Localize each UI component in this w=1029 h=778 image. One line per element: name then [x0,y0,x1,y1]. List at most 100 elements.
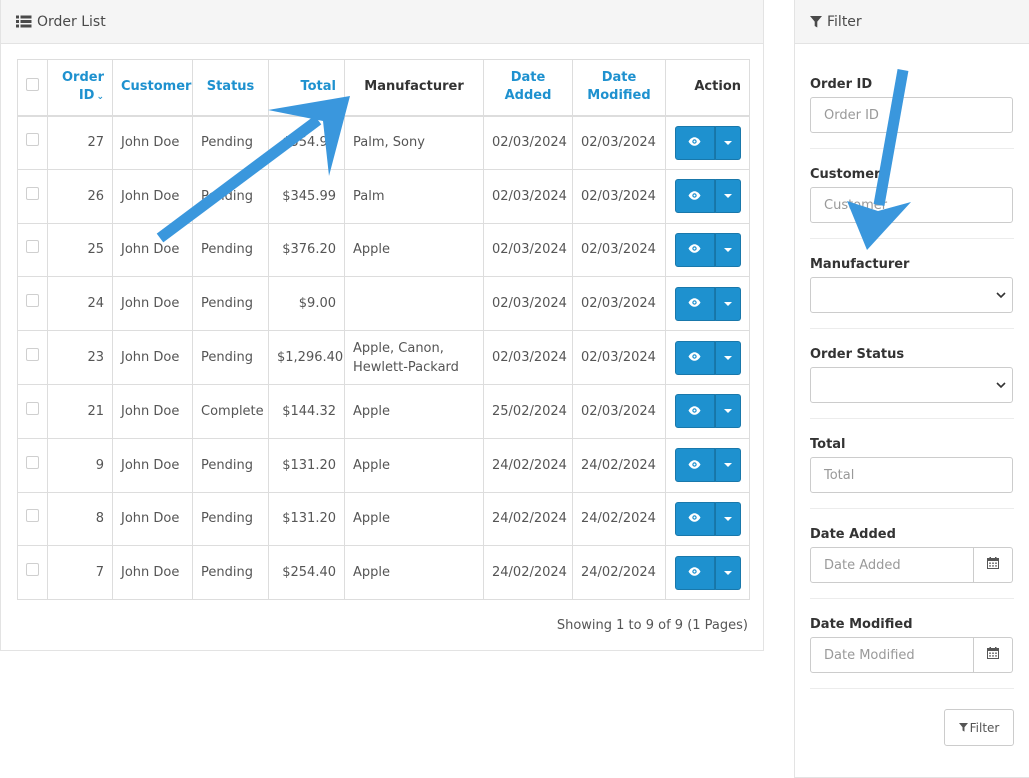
view-order-button[interactable] [674,501,715,536]
view-order-button[interactable] [674,340,715,375]
order-id-input[interactable]: Order ID [810,97,1013,133]
column-order-id[interactable]: Order ID ⌄ [47,59,113,117]
date-added-input[interactable]: Date Added [810,547,974,583]
row-checkbox[interactable] [26,294,39,308]
row-checkbox[interactable] [26,401,39,415]
filter-icon [810,15,822,28]
order-actions-dropdown-button[interactable] [714,448,741,483]
view-order-button[interactable] [674,179,715,214]
date-modified-cell: 24/02/2024 [572,437,666,493]
order-actions-dropdown-button[interactable] [714,501,741,536]
status-cell: Pending [192,330,269,385]
eye-icon [688,456,701,475]
select-all-cell [17,59,48,117]
column-action: Action [665,59,750,117]
date-modified-cell: 02/03/2024 [572,330,666,385]
action-cell [665,168,750,224]
column-total[interactable]: Total [268,59,345,117]
date-modified-cell: 02/03/2024 [572,168,666,224]
calendar-icon [987,647,999,663]
action-button-group [674,232,741,267]
date-added-cell: 24/02/2024 [483,545,573,601]
row-checkbox[interactable] [26,186,39,200]
filter-submit-button[interactable]: Filter [944,709,1014,746]
manufacturer-cell: Apple [344,545,484,601]
status-cell: Pending [192,491,269,547]
row-select-cell [17,330,48,385]
status-cell: Pending [192,168,269,224]
action-button-group [674,448,741,483]
manufacturer-cell: Apple [344,491,484,547]
date-modified-cell: 02/03/2024 [572,115,666,170]
row-checkbox[interactable] [26,455,39,469]
customer-cell: John Doe [112,115,193,170]
order-actions-dropdown-button[interactable] [714,394,741,429]
caret-down-icon [723,409,732,414]
view-order-button[interactable] [674,232,715,267]
order-id-cell: 24 [47,276,113,332]
view-order-button[interactable] [674,555,715,590]
action-button-group [674,179,741,214]
filter-date-added-group: Date Added Date Added [810,509,1014,599]
customer-cell: John Doe [112,168,193,224]
table-row: 9 John Doe Pending $131.20 Apple 24/02/2… [17,437,750,493]
caret-down-icon [723,463,732,468]
customer-label: Customer [810,167,881,182]
total-input[interactable]: Total [810,457,1013,493]
status-cell: Pending [192,222,269,278]
column-customer[interactable]: Customer [112,59,193,117]
action-cell [665,222,750,278]
order-actions-dropdown-button[interactable] [714,125,741,160]
list-icon [16,15,32,28]
manufacturer-select[interactable] [810,277,1013,313]
customer-input[interactable]: Customer [810,187,1013,223]
customer-cell: John Doe [112,437,193,493]
column-date-added[interactable]: Date Added [483,59,573,117]
row-select-cell [17,545,48,601]
manufacturer-cell: Apple [344,222,484,278]
eye-icon [688,509,701,528]
order-list-title: Order List [37,13,106,30]
row-checkbox[interactable] [26,348,39,362]
row-checkbox[interactable] [26,240,39,254]
action-cell [665,491,750,547]
order-actions-dropdown-button[interactable] [714,179,741,214]
status-cell: Complete [192,383,269,439]
view-order-button[interactable] [674,125,715,160]
date-modified-cell: 24/02/2024 [572,545,666,601]
view-order-button[interactable] [674,448,715,483]
column-status[interactable]: Status [192,59,269,117]
order-id-cell: 23 [47,330,113,385]
order-status-select[interactable] [810,367,1013,403]
status-cell: Pending [192,437,269,493]
date-modified-calendar-button[interactable] [974,637,1013,673]
row-select-cell [17,222,48,278]
filter-order-id-group: Order ID Order ID [810,44,1014,149]
view-order-button[interactable] [674,394,715,429]
row-select-cell [17,115,48,170]
row-checkbox[interactable] [26,509,39,523]
status-cell: Pending [192,276,269,332]
total-cell: $345.99 [268,168,345,224]
eye-icon [688,133,701,152]
row-checkbox[interactable] [26,133,39,147]
select-all-checkbox[interactable] [26,77,39,91]
filter-panel: Filter Order ID Order ID Customer Custom… [794,0,1029,778]
view-order-button[interactable] [674,286,715,321]
date-added-field: Date Added [810,547,1013,583]
order-actions-dropdown-button[interactable] [714,232,741,267]
eye-icon [688,187,701,206]
date-added-calendar-button[interactable] [974,547,1013,583]
total-cell: $9.00 [268,276,345,332]
manufacturer-cell: Palm [344,168,484,224]
row-checkbox[interactable] [26,563,39,577]
order-actions-dropdown-button[interactable] [714,286,741,321]
order-id-cell: 8 [47,491,113,547]
date-modified-input[interactable]: Date Modified [810,637,974,673]
caret-down-icon [723,355,732,360]
column-date-modified[interactable]: Date Modified [572,59,666,117]
eye-icon [688,348,701,367]
order-actions-dropdown-button[interactable] [714,340,741,375]
order-actions-dropdown-button[interactable] [714,555,741,590]
filter-button-label: Filter [969,720,1000,735]
